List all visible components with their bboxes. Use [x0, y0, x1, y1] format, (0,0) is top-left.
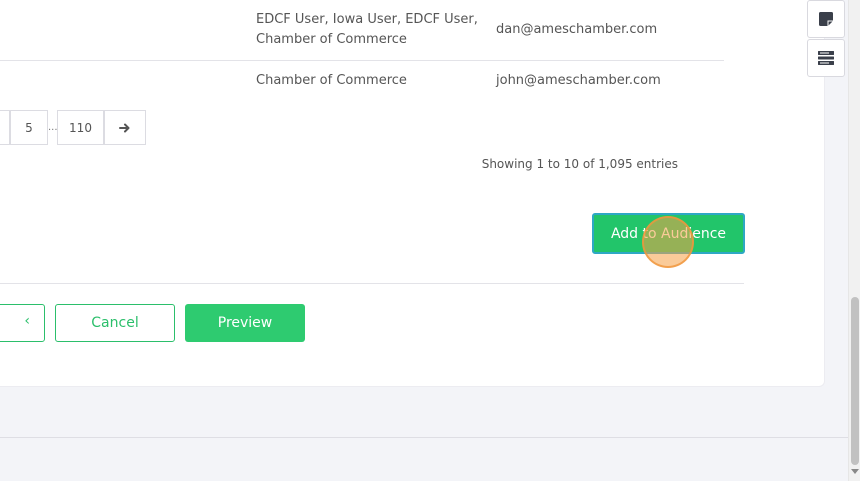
divider: [0, 283, 744, 284]
footer-divider: [0, 437, 848, 438]
pagination-page-110[interactable]: 110: [57, 110, 104, 145]
entries-summary: Showing 1 to 10 of 1,095 entries: [481, 157, 678, 171]
table-cell-groups: Chamber of Commerce: [256, 73, 407, 88]
table-row: Chamber of Commerce john@ameschamber.com: [0, 61, 724, 103]
scrollbar-thumb[interactable]: [851, 297, 859, 465]
table-cell-email: john@ameschamber.com: [496, 73, 661, 88]
back-button-label: ‹: [24, 313, 30, 329]
preview-button[interactable]: Preview: [185, 304, 305, 342]
add-to-audience-button[interactable]: Add to Audience: [592, 213, 745, 254]
list-icon: [818, 51, 834, 65]
table-row: EDCF User, Iowa User, EDCF User, Chamber…: [0, 0, 724, 61]
arrow-right-icon: [119, 123, 130, 132]
side-list-button[interactable]: [807, 39, 845, 77]
cancel-button[interactable]: Cancel: [55, 304, 175, 342]
back-button[interactable]: ‹: [0, 304, 45, 342]
note-icon: [819, 12, 833, 26]
scroll-down-icon[interactable]: [851, 469, 859, 474]
side-note-button[interactable]: [807, 0, 845, 38]
table-cell-groups: EDCF User, Iowa User, EDCF User, Chamber…: [256, 12, 478, 47]
pagination-page-5[interactable]: 5: [10, 110, 48, 145]
content-card: EDCF User, Iowa User, EDCF User, Chamber…: [0, 0, 825, 387]
table-cell-email: dan@ameschamber.com: [496, 22, 658, 37]
scrollbar[interactable]: [848, 0, 860, 481]
pagination-next-button[interactable]: [104, 110, 146, 145]
pagination-page-partial[interactable]: [0, 110, 10, 145]
